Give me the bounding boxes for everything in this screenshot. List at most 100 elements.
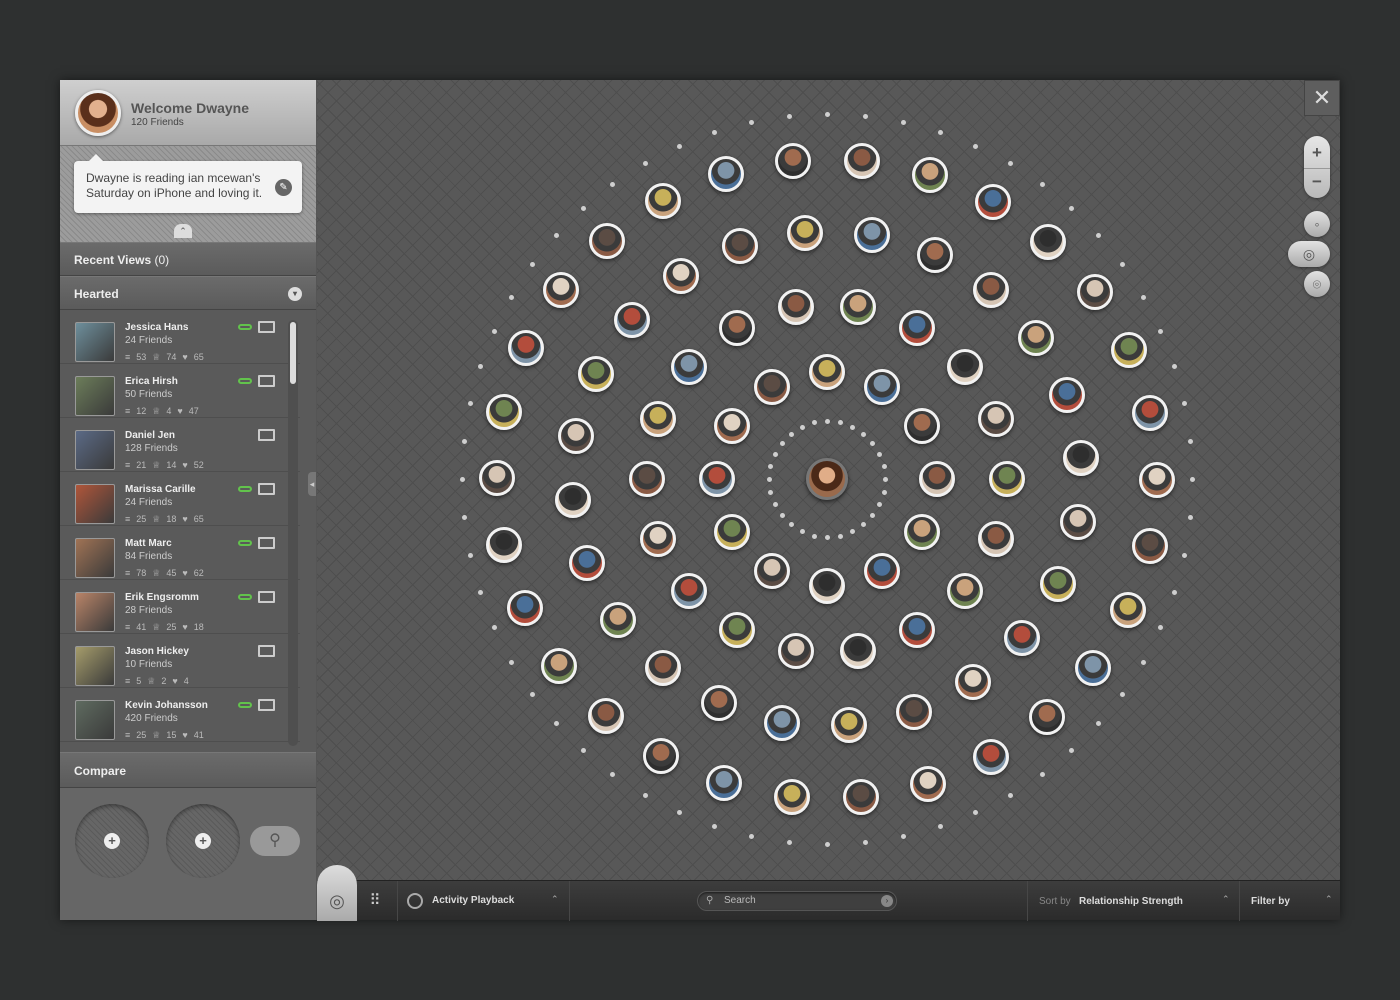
friend-node[interactable] — [722, 228, 759, 265]
friend-node[interactable] — [809, 354, 845, 391]
friend-node[interactable] — [707, 156, 744, 193]
friend-node[interactable] — [904, 407, 941, 444]
friend-node[interactable] — [973, 271, 1010, 308]
friend-node[interactable] — [1018, 319, 1055, 356]
friend-node[interactable] — [775, 142, 812, 179]
recent-views-header[interactable]: Recent Views (0) — [60, 242, 316, 276]
friend-node[interactable] — [830, 707, 867, 744]
hearted-list-item[interactable]: Marissa Carille 24 Friends ≡ 25 ♕ 18 ♥ 65 — [60, 472, 300, 526]
friend-node[interactable] — [946, 573, 983, 610]
friend-node[interactable] — [840, 289, 877, 326]
friend-node[interactable] — [1076, 273, 1113, 310]
friend-node[interactable] — [910, 765, 947, 802]
friend-node[interactable] — [1029, 699, 1066, 736]
friend-node[interactable] — [542, 272, 579, 309]
friend-node[interactable] — [671, 348, 708, 385]
friend-node[interactable] — [613, 301, 650, 338]
friend-node[interactable] — [713, 514, 750, 551]
friend-node[interactable] — [777, 289, 814, 326]
grid-icon[interactable]: ⠿ — [365, 891, 385, 911]
list-scrollbar-thumb[interactable] — [290, 322, 296, 384]
friend-node[interactable] — [486, 526, 523, 563]
chevron-up-icon[interactable]: ⌃ — [551, 894, 559, 905]
friend-node[interactable] — [978, 401, 1015, 438]
close-icon[interactable]: ✕ — [1304, 80, 1340, 116]
friend-node[interactable] — [663, 258, 700, 295]
friend-node[interactable] — [911, 156, 948, 193]
friend-node[interactable] — [946, 348, 983, 385]
compare-button[interactable]: ⚲ — [250, 826, 300, 856]
friend-node[interactable] — [978, 520, 1015, 557]
friend-node[interactable] — [898, 612, 935, 649]
friend-node[interactable] — [557, 417, 594, 454]
friend-node[interactable] — [809, 567, 845, 604]
friend-node[interactable] — [764, 704, 801, 741]
friend-node[interactable] — [639, 401, 676, 438]
profile-card-icon[interactable] — [258, 699, 275, 711]
friend-node[interactable] — [954, 663, 991, 700]
friend-node[interactable] — [844, 142, 881, 179]
friend-node[interactable] — [700, 684, 737, 721]
filter-dropdown[interactable]: Filter by — [1251, 896, 1290, 907]
friend-node[interactable] — [629, 460, 665, 497]
friend-node[interactable] — [587, 698, 624, 735]
friend-node[interactable] — [479, 460, 515, 497]
friend-node[interactable] — [754, 368, 790, 405]
friend-node[interactable] — [1063, 439, 1100, 476]
friend-node[interactable] — [588, 222, 625, 259]
friend-node[interactable] — [1075, 649, 1112, 686]
friend-node[interactable] — [554, 482, 591, 519]
profile-card-icon[interactable] — [258, 645, 275, 657]
friend-node[interactable] — [599, 602, 636, 639]
zoom-out-button[interactable]: − — [1304, 168, 1330, 194]
friend-node[interactable] — [864, 553, 900, 590]
chevron-up-icon[interactable]: ⌃ — [1222, 894, 1230, 905]
friend-node[interactable] — [853, 217, 890, 254]
view-double-ring-button[interactable]: ◎ — [1288, 241, 1330, 267]
friend-node[interactable] — [569, 545, 606, 582]
friend-node[interactable] — [718, 612, 755, 649]
hearted-list-item[interactable]: Kevin Johansson 420 Friends ≡ 25 ♕ 15 ♥ 41 — [60, 688, 300, 742]
profile-card-icon[interactable] — [258, 483, 275, 495]
friend-node[interactable] — [1110, 331, 1147, 368]
friend-node[interactable] — [1138, 461, 1175, 498]
friend-node[interactable] — [1131, 528, 1168, 565]
friend-node[interactable] — [899, 309, 936, 346]
sidebar-collapse-handle[interactable]: ◂ — [308, 472, 316, 496]
friend-node[interactable] — [895, 693, 932, 730]
friend-node[interactable] — [919, 461, 955, 497]
chevron-up-icon[interactable]: ⌃ — [1325, 894, 1333, 905]
compare-slot-1[interactable]: + — [75, 804, 149, 878]
friend-node[interactable] — [541, 648, 578, 685]
view-single-ring-button[interactable]: ◦ — [1304, 211, 1330, 237]
friend-node[interactable] — [507, 329, 544, 366]
hearted-list-item[interactable]: Erica Hirsh 50 Friends ≡ 12 ♕ 4 ♥ 47 — [60, 364, 300, 418]
friend-node[interactable] — [904, 514, 941, 551]
friend-node[interactable] — [1110, 592, 1147, 628]
center-user-node[interactable] — [806, 458, 848, 500]
friend-node[interactable] — [578, 356, 615, 393]
search-submit-icon[interactable]: › — [881, 895, 893, 907]
edit-pencil-icon[interactable]: ✎ — [275, 179, 292, 196]
search-input[interactable]: Search — [724, 895, 874, 906]
profile-card-icon[interactable] — [258, 321, 275, 333]
hearted-list-item[interactable]: Jessica Hans 24 Friends ≡ 53 ♕ 74 ♥ 65 — [60, 310, 300, 364]
friend-node[interactable] — [1048, 376, 1085, 413]
sort-dropdown[interactable]: Relationship Strength — [1079, 896, 1183, 907]
user-avatar[interactable] — [75, 90, 121, 136]
target-icon[interactable]: ◎ — [317, 865, 357, 921]
friend-node[interactable] — [777, 632, 814, 669]
friend-node[interactable] — [1039, 565, 1076, 602]
profile-card-icon[interactable] — [258, 429, 275, 441]
friend-network-canvas[interactable]: ✕ + − ◦ ◎ ⌾ — [317, 80, 1340, 880]
friend-node[interactable] — [644, 650, 681, 687]
hearted-header[interactable]: Hearted ▾ — [60, 276, 316, 310]
friend-node[interactable] — [973, 738, 1010, 775]
friend-node[interactable] — [671, 573, 707, 610]
friend-node[interactable] — [706, 765, 743, 802]
hearted-list-item[interactable]: Daniel Jen 128 Friends ≡ 21 ♕ 14 ♥ 52 — [60, 418, 300, 472]
friend-node[interactable] — [486, 393, 523, 430]
friend-node[interactable] — [773, 779, 810, 816]
friend-node[interactable] — [1131, 395, 1168, 432]
friend-node[interactable] — [713, 407, 750, 444]
